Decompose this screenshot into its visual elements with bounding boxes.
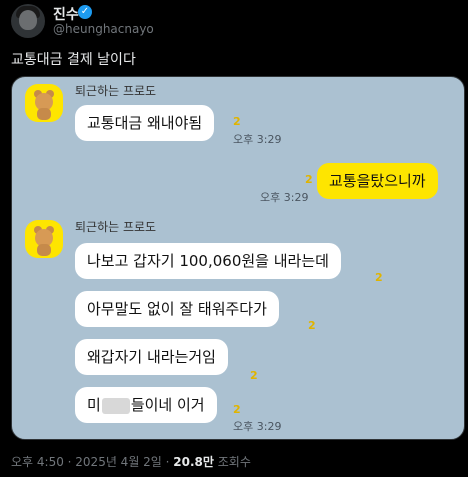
unread-count: 2 <box>305 173 313 186</box>
avatar-face <box>19 10 37 30</box>
chat-bubble-partially-censored: 미 들이네 이거 <box>75 387 217 423</box>
tweet-text: 교통대금 결제 날이다 <box>11 52 136 68</box>
bubble-text-start: 미 <box>87 396 101 414</box>
sender-name: 퇴근하는 프로도 <box>75 84 157 98</box>
unread-count: 2 <box>308 319 316 332</box>
chat-bubble: 아무말도 없이 잘 태워주다가 <box>75 291 279 327</box>
chat-bubble: 왜갑자기 내라는거임 <box>75 339 228 375</box>
chat-bubble: 교통대금 왜내야됨 <box>75 105 215 141</box>
my-chat-bubble: 교통을탔으니까 <box>317 163 438 199</box>
message-time: 오후 3:29 <box>233 420 282 433</box>
unread-count: 2 <box>233 403 241 416</box>
avatar[interactable] <box>11 4 45 38</box>
bubble-text-end: 들이네 이거 <box>130 396 205 414</box>
tweet-image[interactable]: 퇴근하는 프로도 교통대금 왜내야됨 2 오후 3:29 교통을탔으니까 2 오… <box>11 76 465 440</box>
profile-icon[interactable] <box>25 220 63 258</box>
profile-body <box>37 108 51 120</box>
chat-bubble: 나보고 갑자기 100,060원을 내라는데 <box>75 243 341 279</box>
unread-count: 2 <box>250 369 258 382</box>
unread-count: 2 <box>233 115 241 128</box>
author-name[interactable]: 진수 <box>53 4 79 24</box>
tweet-timestamp[interactable]: 오후 4:50 · 2025년 4월 2일 · <box>11 455 173 469</box>
tweet-meta: 오후 4:50 · 2025년 4월 2일 · 20.8만 조회수 <box>11 453 251 470</box>
profile-body <box>37 244 51 256</box>
author-handle[interactable]: @heunghacnayo <box>53 22 154 36</box>
views-count: 20.8만 <box>173 455 214 469</box>
profile-icon[interactable] <box>25 84 63 122</box>
message-time: 오후 3:29 <box>233 133 282 146</box>
sender-name: 퇴근하는 프로도 <box>75 220 157 234</box>
views-label: 조회수 <box>213 455 251 469</box>
verified-badge-icon: ✓ <box>78 5 92 19</box>
message-time: 오후 3:29 <box>260 191 309 204</box>
unread-count: 2 <box>375 271 383 284</box>
censor-blur <box>101 397 130 414</box>
